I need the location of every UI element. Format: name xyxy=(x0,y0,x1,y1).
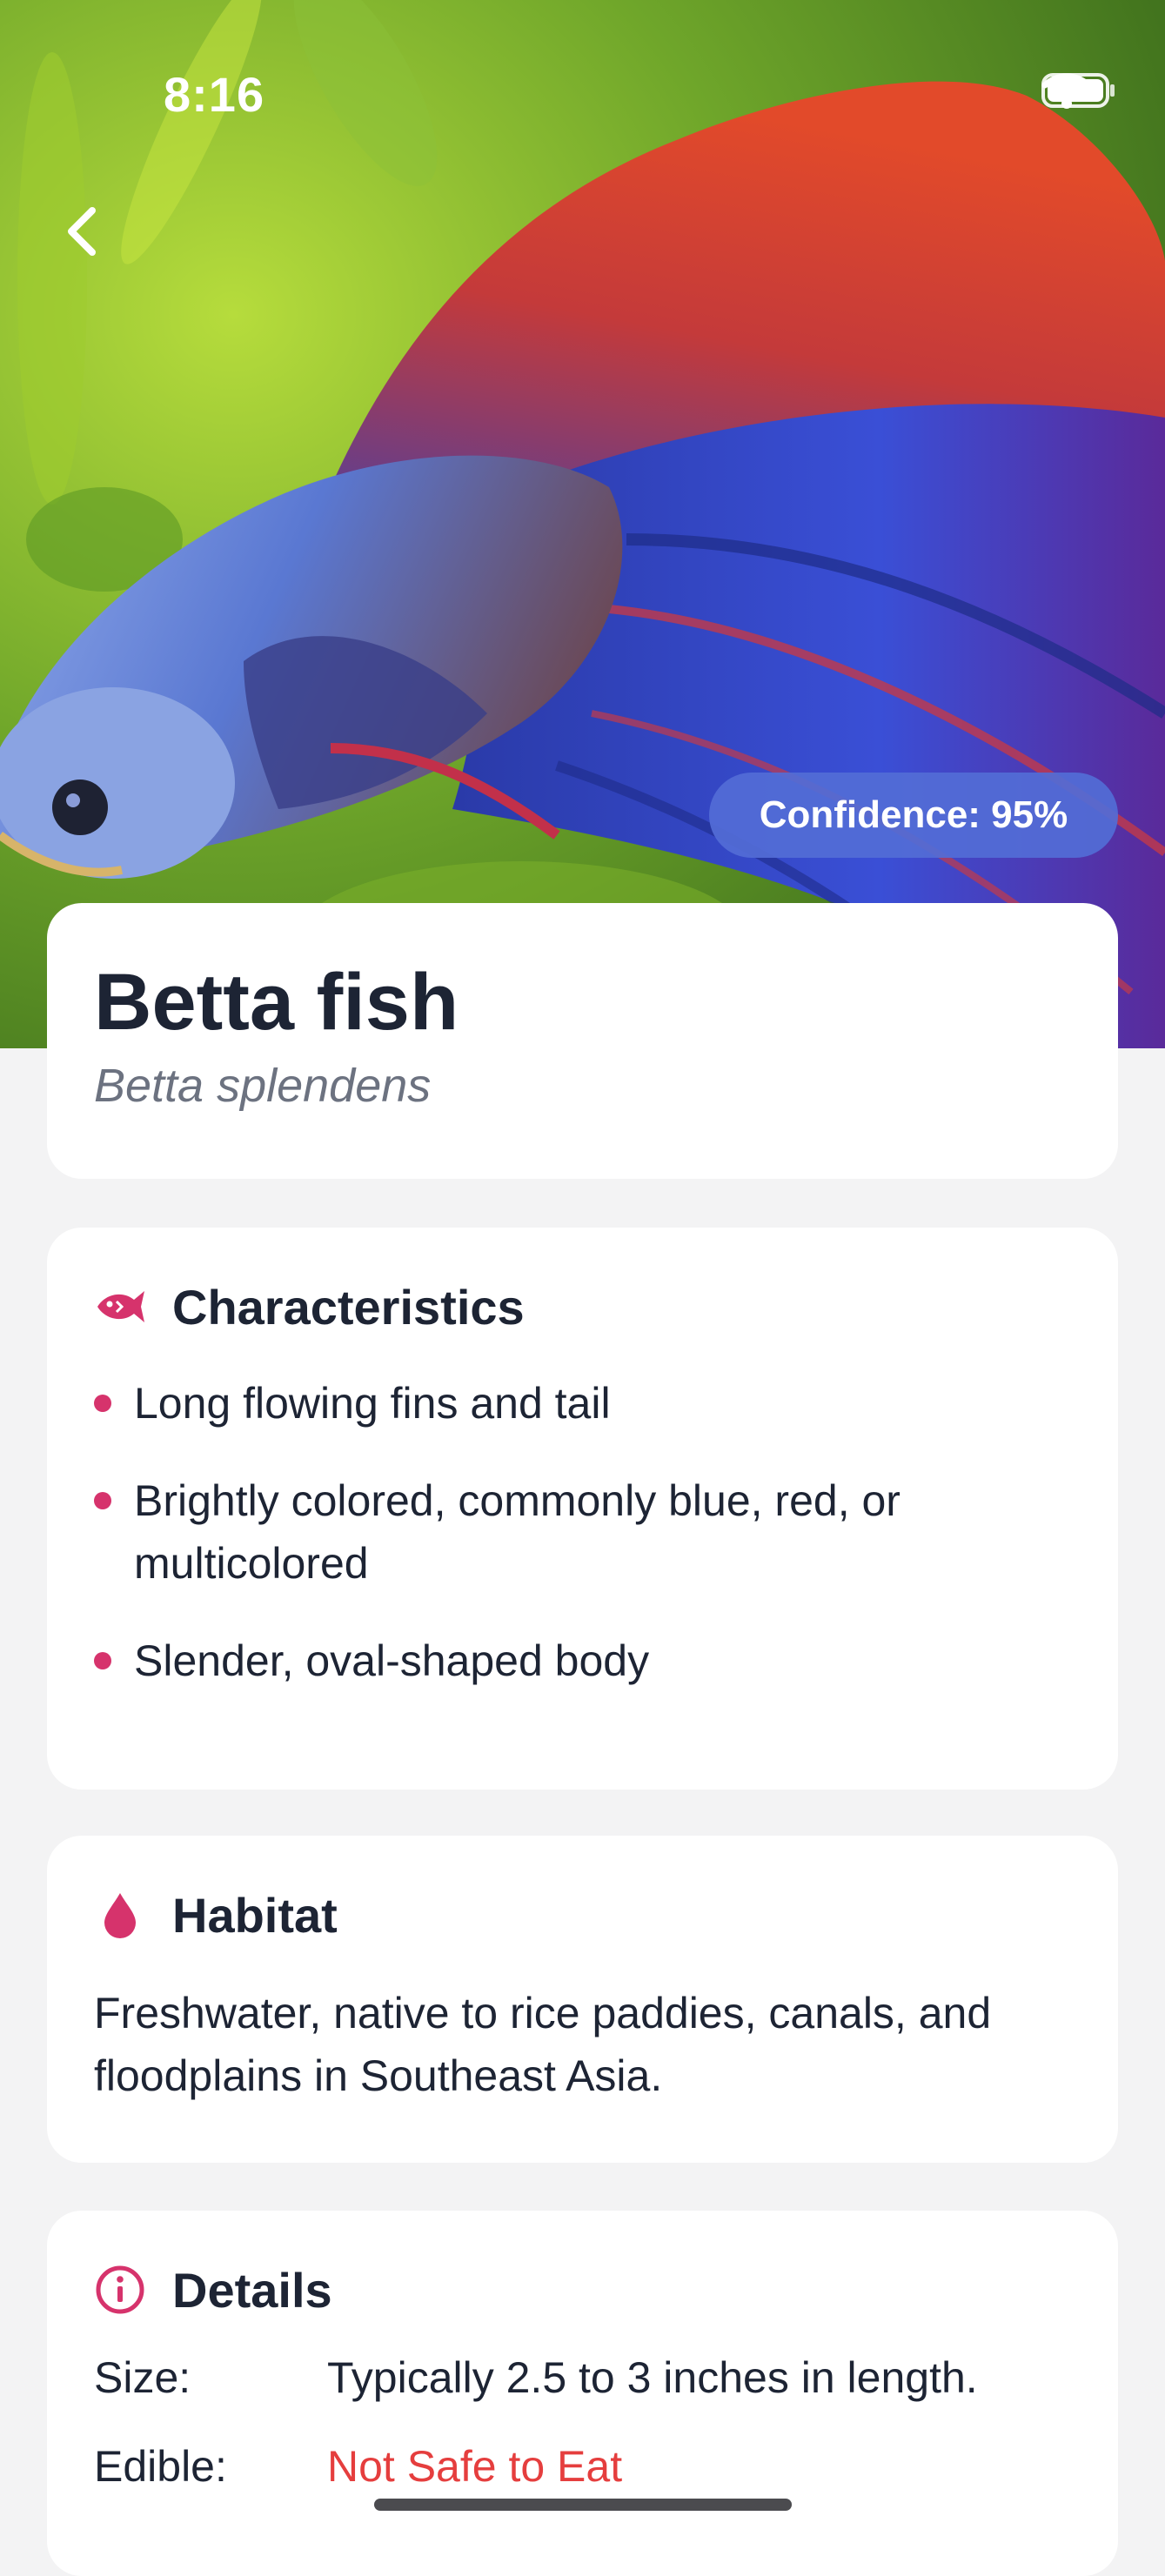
confidence-badge: Confidence: 95% xyxy=(709,773,1118,858)
habitat-card: Habitat Freshwater, native to rice paddi… xyxy=(47,1836,1118,2163)
home-indicator[interactable] xyxy=(374,2499,792,2511)
bullet-dot xyxy=(94,1492,111,1509)
detail-value: Typically 2.5 to 3 inches in length. xyxy=(327,2353,978,2402)
water-drop-icon xyxy=(94,1889,146,1941)
back-button[interactable] xyxy=(63,205,124,266)
bullet-dot xyxy=(94,1652,111,1669)
detail-label: Edible: xyxy=(94,2442,227,2491)
list-item-text: Slender, oval-shaped body xyxy=(134,1636,650,1685)
characteristics-title: Characteristics xyxy=(172,1279,525,1335)
species-title-card: Betta fish Betta splendens xyxy=(47,903,1118,1179)
list-item: Brightly colored, commonly blue, red, or… xyxy=(94,1469,1071,1595)
details-card: Details Size: Typically 2.5 to 3 inches … xyxy=(47,2211,1118,2576)
detail-row-edible: Edible: Not Safe to Eat xyxy=(94,2435,1071,2498)
characteristics-header: Characteristics xyxy=(94,1276,1071,1337)
list-item: Slender, oval-shaped body xyxy=(94,1629,1071,1692)
list-item: Long flowing fins and tail xyxy=(94,1372,1071,1435)
list-item-text: Brightly colored, commonly blue, red, or… xyxy=(134,1476,901,1588)
detail-label: Size: xyxy=(94,2353,191,2402)
status-bar-time: 8:16 xyxy=(164,67,265,122)
fish-icon xyxy=(94,1281,146,1333)
habitat-description: Freshwater, native to rice paddies, cana… xyxy=(94,1989,992,2100)
species-photo: 8:16 Confidence: 95% xyxy=(0,0,1165,1048)
details-title: Details xyxy=(172,2262,332,2318)
detail-row-size: Size: Typically 2.5 to 3 inches in lengt… xyxy=(94,2346,1071,2409)
characteristics-list: Long flowing fins and tail Brightly colo… xyxy=(94,1372,1071,1692)
characteristics-card: Characteristics Long flowing fins and ta… xyxy=(47,1228,1118,1790)
details-header: Details xyxy=(94,2259,1071,2320)
species-common-name: Betta fish xyxy=(94,958,459,1047)
species-scientific-name: Betta splendens xyxy=(94,1060,432,1113)
habitat-header: Habitat xyxy=(94,1884,1071,1945)
info-icon xyxy=(94,2264,146,2316)
habitat-title: Habitat xyxy=(172,1887,338,1943)
bullet-dot xyxy=(94,1395,111,1412)
edibility-status: Not Safe to Eat xyxy=(327,2442,623,2491)
chevron-left-icon xyxy=(68,207,96,256)
betta-fish-illustration xyxy=(0,0,1165,1048)
list-item-text: Long flowing fins and tail xyxy=(134,1379,611,1428)
